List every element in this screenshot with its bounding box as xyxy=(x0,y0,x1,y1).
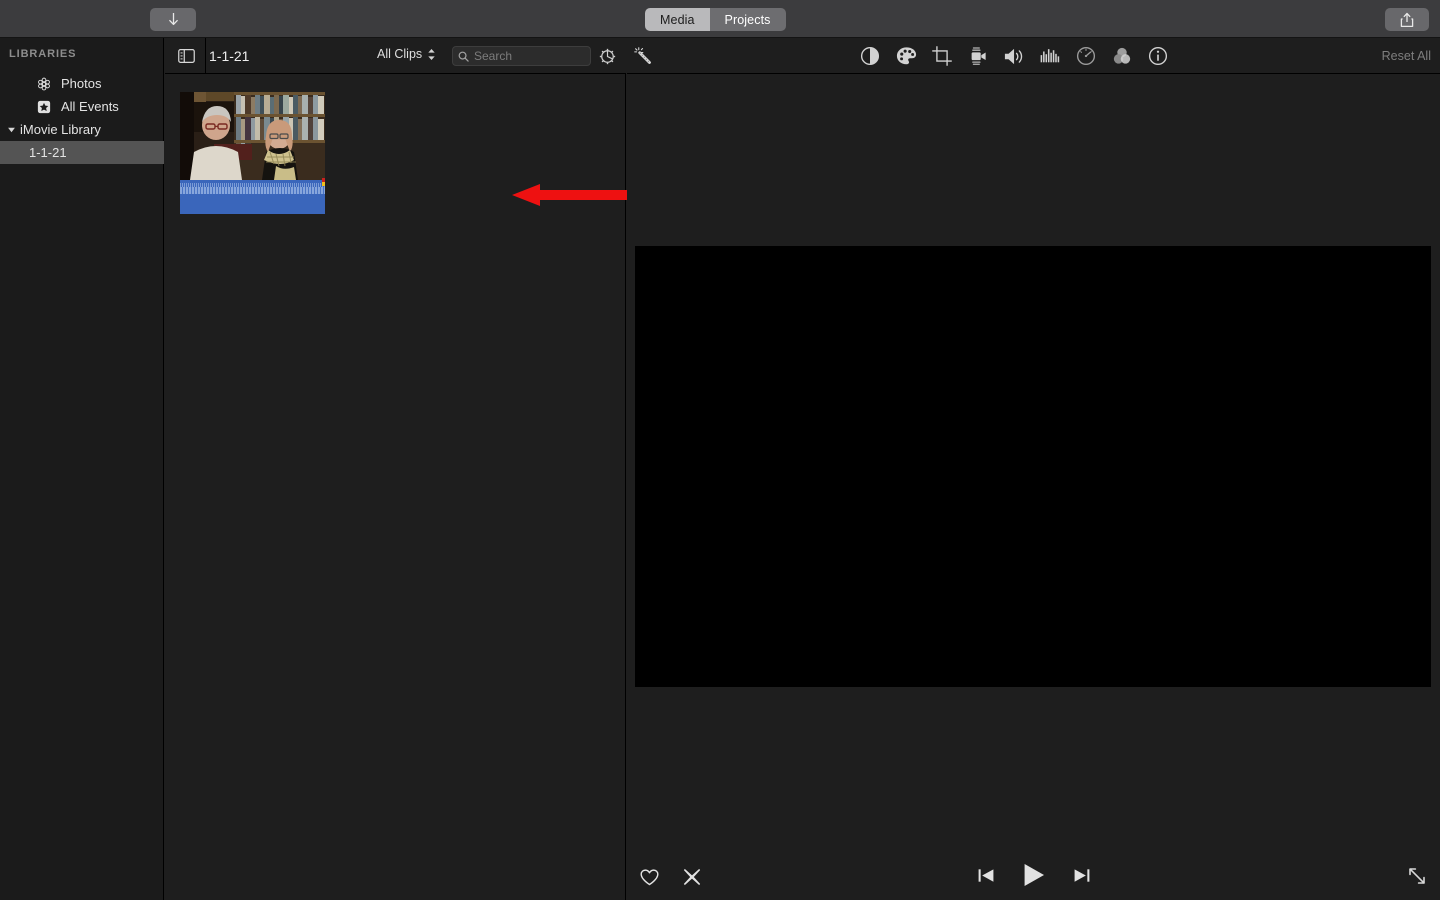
previous-clip-button[interactable] xyxy=(973,862,999,888)
equalizer-bars-icon xyxy=(1040,49,1060,63)
speaker-icon xyxy=(1004,48,1022,64)
reject-button[interactable] xyxy=(679,864,705,890)
next-clip-button[interactable] xyxy=(1069,862,1095,888)
search-input[interactable] xyxy=(474,49,582,63)
sidebar-item-photos[interactable]: Photos xyxy=(0,72,164,95)
chevron-updown-icon xyxy=(428,48,435,60)
gear-icon xyxy=(599,48,615,64)
heart-icon xyxy=(639,868,659,885)
clip-thumbnail[interactable] xyxy=(180,92,325,214)
skip-forward-icon xyxy=(1074,868,1089,882)
play-button[interactable] xyxy=(1019,860,1049,890)
imovie-window: Media Projects LIBRARIES Photos All Even… xyxy=(0,0,1440,900)
video-preview[interactable] xyxy=(635,246,1431,687)
clip-filter-dropdown[interactable]: All Clips xyxy=(377,47,436,61)
volume-button[interactable] xyxy=(1003,45,1025,67)
info-circle-icon xyxy=(1148,46,1168,66)
sidebar-item-label: 1-1-21 xyxy=(29,145,67,160)
clip-filter-button[interactable] xyxy=(1111,45,1133,67)
clip-filter-label: All Clips xyxy=(377,47,423,61)
crop-button[interactable] xyxy=(931,45,953,67)
sidebar-header: LIBRARIES xyxy=(9,48,77,60)
x-reject-icon xyxy=(683,868,701,886)
noise-reduction-button[interactable] xyxy=(1039,45,1061,67)
download-arrow-icon xyxy=(168,13,178,26)
viewer-left-controls xyxy=(636,864,705,890)
fullscreen-button[interactable] xyxy=(1404,863,1430,889)
palette-icon xyxy=(896,47,916,65)
sidebar-panel-icon xyxy=(177,49,195,63)
color-balance-button[interactable] xyxy=(859,45,881,67)
sidebar-item-1-1-21[interactable]: 1-1-21 xyxy=(0,141,164,164)
video-camera-icon xyxy=(971,47,986,65)
clip-end-marker-red xyxy=(322,178,325,182)
viewer-playback-controls xyxy=(627,860,1440,890)
speed-button[interactable] xyxy=(1075,45,1097,67)
color-balance-icon xyxy=(860,46,880,66)
title-bar: Media Projects xyxy=(0,0,1440,38)
chevron-down-icon[interactable] xyxy=(4,125,18,134)
reset-all-button[interactable]: Reset All xyxy=(1382,49,1431,63)
auto-enhance-button[interactable] xyxy=(630,46,656,66)
viewer-pane xyxy=(627,75,1440,900)
media-projects-segmented-control[interactable]: Media Projects xyxy=(645,8,786,31)
clip-poster-image xyxy=(180,92,325,180)
crop-icon xyxy=(932,46,952,66)
skip-back-icon xyxy=(978,868,993,882)
color-correction-button[interactable] xyxy=(895,45,917,67)
sidebar-item-all-events[interactable]: All Events xyxy=(0,95,164,118)
import-media-button[interactable] xyxy=(150,8,196,31)
sidebar-item-label: Photos xyxy=(61,76,102,91)
clip-audio-waveform xyxy=(180,180,325,214)
star-box-icon xyxy=(33,100,55,114)
stabilization-button[interactable] xyxy=(967,45,989,67)
libraries-sidebar: LIBRARIES Photos All Events iMovie Libra… xyxy=(0,38,164,900)
inspector-toolbar: Reset All xyxy=(627,38,1440,74)
magic-wand-icon xyxy=(634,47,651,64)
information-button[interactable] xyxy=(1147,45,1169,67)
sidebar-item-label: All Events xyxy=(61,99,119,114)
share-button[interactable] xyxy=(1385,8,1429,31)
browser-title: 1-1-21 xyxy=(209,48,250,64)
tab-projects[interactable]: Projects xyxy=(709,8,786,31)
favorite-button[interactable] xyxy=(636,864,662,890)
browser-toolbar: 1-1-21 All Clips xyxy=(165,38,626,74)
browser-settings-button[interactable] xyxy=(596,46,618,66)
search-icon xyxy=(458,51,469,62)
toolbar-divider xyxy=(205,38,206,74)
waveform-peaks-secondary xyxy=(180,187,325,194)
adjustment-tools xyxy=(859,45,1169,67)
play-triangle-icon xyxy=(1024,864,1044,886)
search-field[interactable] xyxy=(452,46,591,66)
viewer-right-controls xyxy=(1404,863,1430,889)
sidebar-toggle-button[interactable] xyxy=(172,46,200,66)
media-browser-pane: 1-1-21 All Clips xyxy=(165,38,653,900)
sidebar-list: Photos All Events iMovie Library 1-1-21 xyxy=(0,72,164,164)
three-circles-icon xyxy=(1113,47,1131,64)
diagonal-expand-icon xyxy=(1409,868,1425,884)
clip-poster-frame xyxy=(180,92,325,180)
share-up-arrow-icon xyxy=(1400,12,1414,27)
photos-flower-icon xyxy=(33,77,55,91)
speedometer-icon xyxy=(1076,46,1096,66)
sidebar-item-label: iMovie Library xyxy=(20,122,101,137)
tab-media[interactable]: Media xyxy=(645,8,710,31)
sidebar-item-imovie-library[interactable]: iMovie Library xyxy=(0,118,164,141)
